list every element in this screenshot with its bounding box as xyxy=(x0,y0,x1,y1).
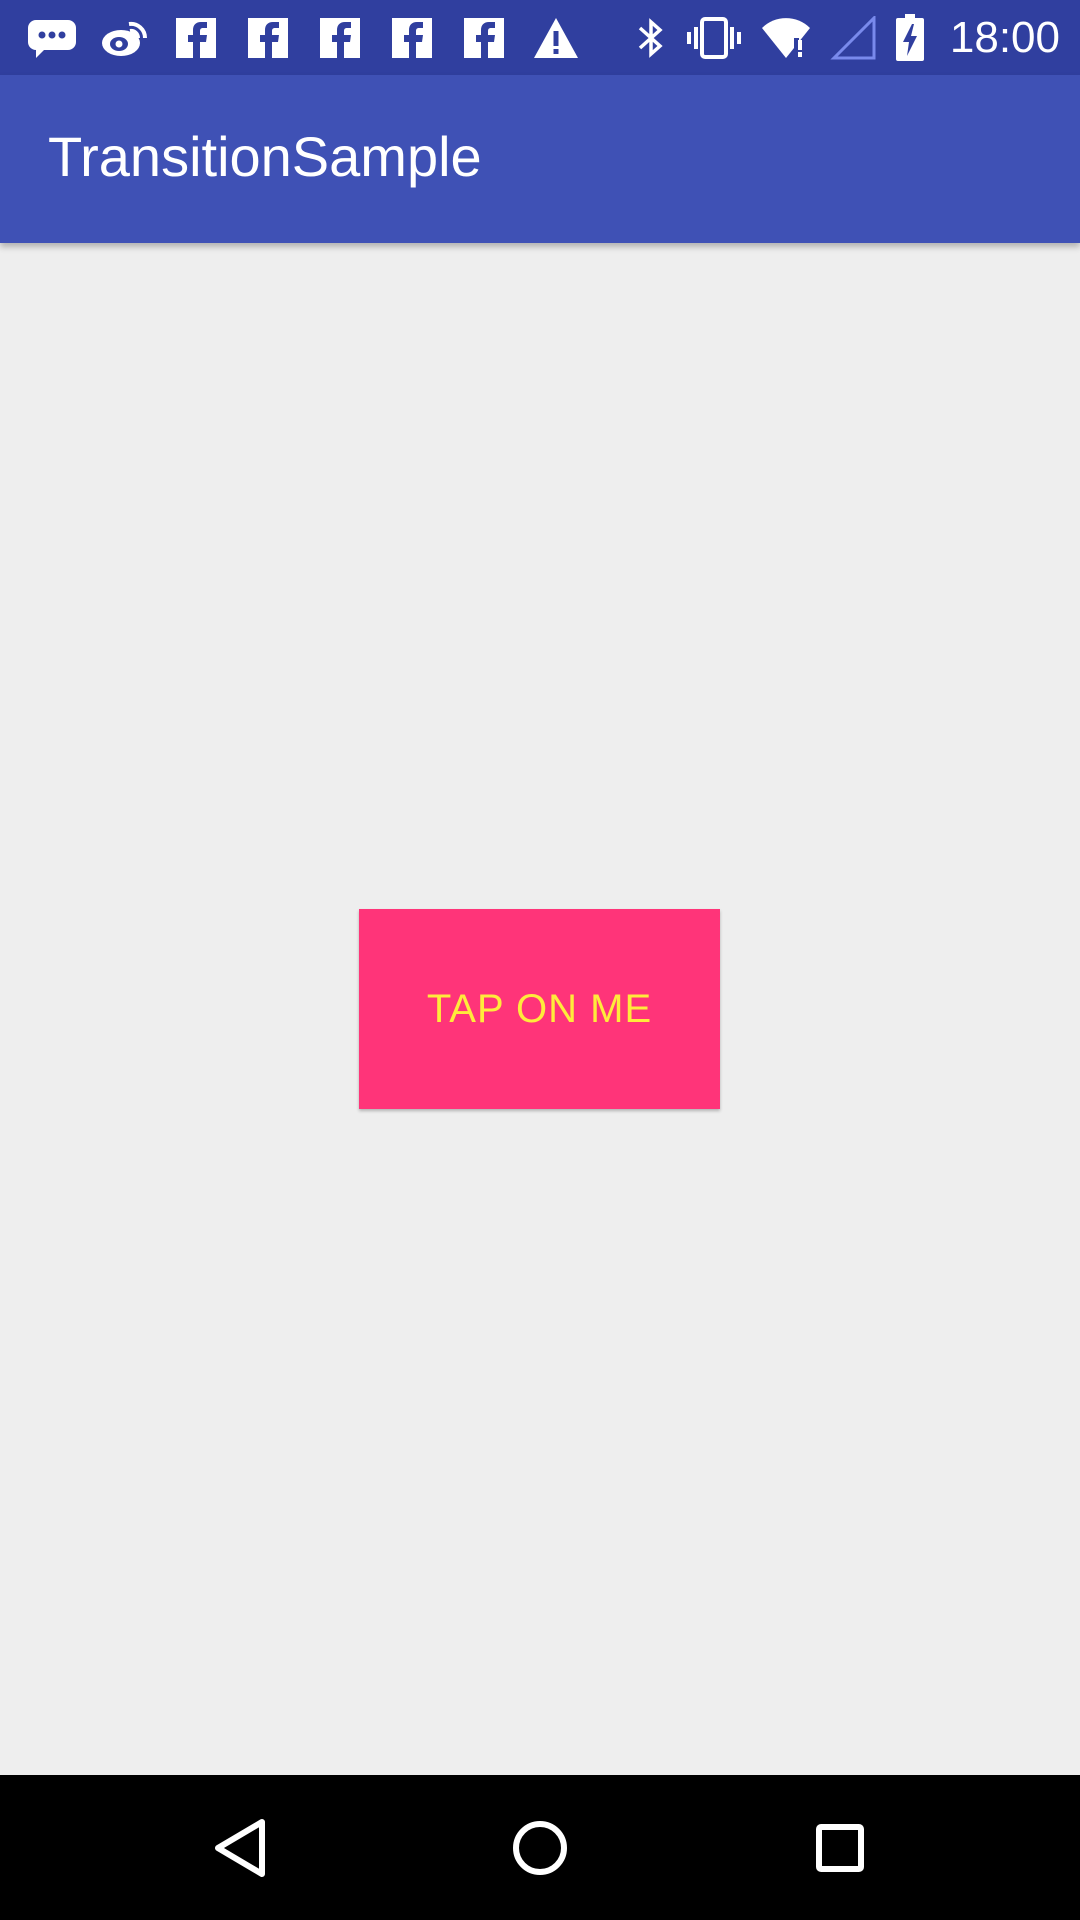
status-clock: 18:00 xyxy=(949,13,1060,62)
status-bar: 18:00 xyxy=(0,0,1080,75)
home-button[interactable] xyxy=(490,1805,590,1895)
chat-bubble-icon xyxy=(26,14,78,62)
facebook-icon xyxy=(314,14,366,62)
vibrate-icon xyxy=(686,14,742,62)
notification-icons xyxy=(26,12,582,64)
facebook-icon xyxy=(170,14,222,62)
signal-icon xyxy=(830,14,876,62)
wifi-icon xyxy=(760,14,812,62)
page-title: TransitionSample xyxy=(48,125,482,188)
facebook-icon xyxy=(458,14,510,62)
facebook-icon xyxy=(386,14,438,62)
back-button[interactable] xyxy=(190,1805,290,1895)
battery-charging-icon xyxy=(894,14,926,62)
app-bar: TransitionSample xyxy=(0,75,1080,243)
recents-button[interactable] xyxy=(790,1805,890,1895)
back-icon xyxy=(210,1816,270,1885)
system-icons: 18:00 xyxy=(634,12,1060,64)
bluetooth-icon xyxy=(634,14,668,62)
tap-button-label: TAP ON ME xyxy=(426,986,653,1031)
warning-icon xyxy=(530,14,582,62)
tap-on-me-button[interactable]: TAP ON ME xyxy=(359,909,720,1109)
facebook-icon xyxy=(242,14,294,62)
recents-icon xyxy=(812,1820,868,1881)
phone-screen: 18:00 TransitionSample TAP ON ME xyxy=(0,0,1080,1920)
main-content: TAP ON ME xyxy=(0,243,1080,1775)
weibo-icon xyxy=(98,14,150,62)
navigation-bar xyxy=(0,1775,1080,1920)
home-icon xyxy=(510,1818,570,1883)
